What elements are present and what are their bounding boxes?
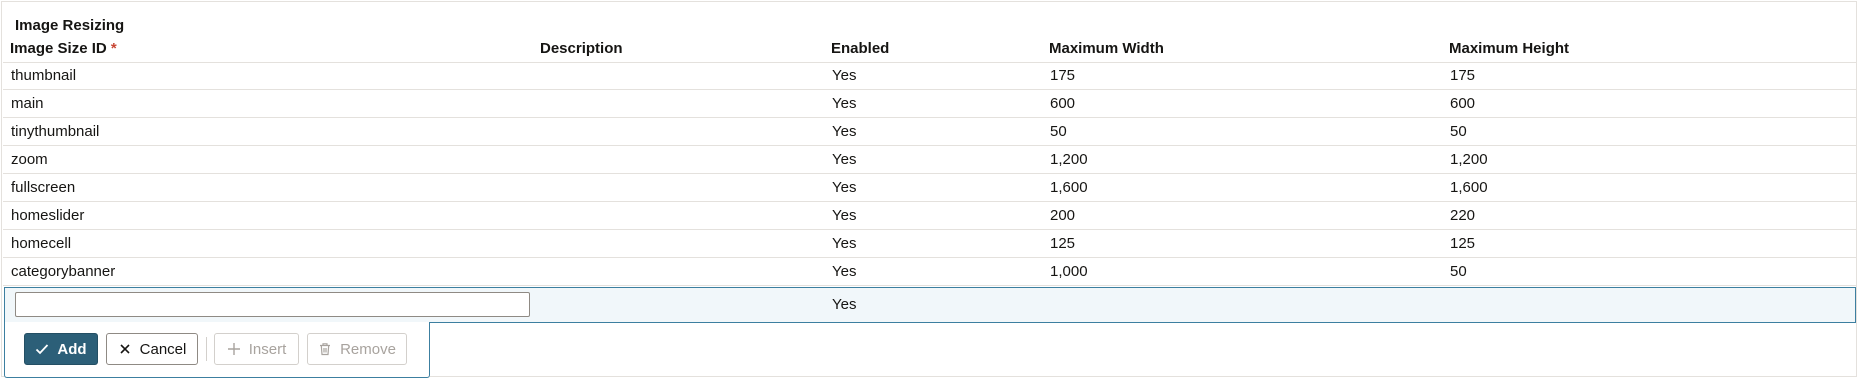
column-header-max-width[interactable]: Maximum Width	[1049, 40, 1164, 57]
cell-max-height: 50	[1450, 263, 1467, 280]
column-header-description[interactable]: Description	[540, 40, 623, 57]
cell-max-height: 50	[1450, 123, 1467, 140]
insert-button-label: Insert	[248, 340, 287, 358]
cell-max-height: 125	[1450, 235, 1476, 252]
cell-max-height: 1,200	[1450, 151, 1488, 168]
table-row[interactable]: categorybanner Yes 1,000 50	[3, 258, 1857, 286]
remove-button-label: Remove	[340, 340, 396, 358]
add-button[interactable]: Add	[24, 333, 98, 365]
column-header-id[interactable]: Image Size ID *	[10, 40, 117, 57]
cell-enabled: Yes	[832, 235, 857, 252]
table-row[interactable]: homeslider Yes 200 220	[3, 202, 1857, 230]
close-icon	[118, 342, 132, 356]
cell-image-size-id: main	[11, 95, 44, 112]
cell-max-height: 175	[1450, 67, 1476, 84]
cell-max-height: 220	[1450, 207, 1476, 224]
column-header-id-label: Image Size ID	[10, 40, 107, 57]
cell-image-size-id: categorybanner	[11, 263, 116, 280]
cell-max-width: 1,000	[1050, 263, 1088, 280]
cell-enabled: Yes	[832, 95, 857, 112]
toolbar-separator	[206, 337, 207, 361]
cell-image-size-id: homecell	[11, 235, 72, 252]
cell-max-width: 175	[1050, 67, 1076, 84]
cell-max-width: 600	[1050, 95, 1076, 112]
plus-icon	[227, 342, 241, 356]
cell-max-width: 1,600	[1050, 179, 1088, 196]
cancel-button[interactable]: Cancel	[106, 333, 198, 365]
cell-max-width: 1,200	[1050, 151, 1088, 168]
table-row[interactable]: main Yes 600 600	[3, 90, 1857, 118]
cell-max-width: 200	[1050, 207, 1076, 224]
column-header-max-height[interactable]: Maximum Height	[1449, 40, 1569, 57]
cell-image-size-id: zoom	[11, 151, 48, 168]
remove-button[interactable]: Remove	[307, 333, 407, 365]
cell-max-height: 1,600	[1450, 179, 1488, 196]
cell-enabled: Yes	[832, 67, 857, 84]
cancel-button-label: Cancel	[139, 340, 187, 358]
add-button-label: Add	[57, 340, 87, 358]
trash-icon	[318, 342, 332, 356]
cell-image-size-id: fullscreen	[11, 179, 76, 196]
table-row[interactable]: homecell Yes 125 125	[3, 230, 1857, 258]
cell-enabled: Yes	[832, 123, 857, 140]
column-header-enabled[interactable]: Enabled	[831, 40, 889, 57]
check-icon	[35, 342, 49, 356]
cell-enabled: Yes	[832, 207, 857, 224]
cell-max-width: 50	[1050, 123, 1067, 140]
insert-button[interactable]: Insert	[214, 333, 299, 365]
cell-max-width: 125	[1050, 235, 1076, 252]
cell-max-height: 600	[1450, 95, 1476, 112]
cell-enabled: Yes	[832, 151, 857, 168]
cell-image-size-id: homeslider	[11, 207, 85, 224]
cell-image-size-id: thumbnail	[11, 67, 77, 84]
required-mark: *	[110, 40, 117, 57]
table-row[interactable]: zoom Yes 1,200 1,200	[3, 146, 1857, 174]
table-row[interactable]: thumbnail Yes 175 175	[3, 62, 1857, 90]
table-row[interactable]: tinythumbnail Yes 50 50	[3, 118, 1857, 146]
image-size-id-input[interactable]	[15, 292, 530, 317]
cell-image-size-id: tinythumbnail	[11, 123, 100, 140]
cell-enabled: Yes	[832, 179, 857, 196]
new-row-editor[interactable]: Yes	[4, 287, 1856, 323]
image-resizing-panel: Image Resizing Image Size ID * Descripti…	[1, 1, 1857, 378]
new-row-enabled-value[interactable]: Yes	[832, 288, 856, 322]
section-title: Image Resizing	[15, 17, 125, 34]
cell-enabled: Yes	[832, 263, 857, 280]
table-row[interactable]: fullscreen Yes 1,600 1,600	[3, 174, 1857, 202]
row-edit-toolbar: Add Cancel Insert Remove	[4, 322, 430, 378]
